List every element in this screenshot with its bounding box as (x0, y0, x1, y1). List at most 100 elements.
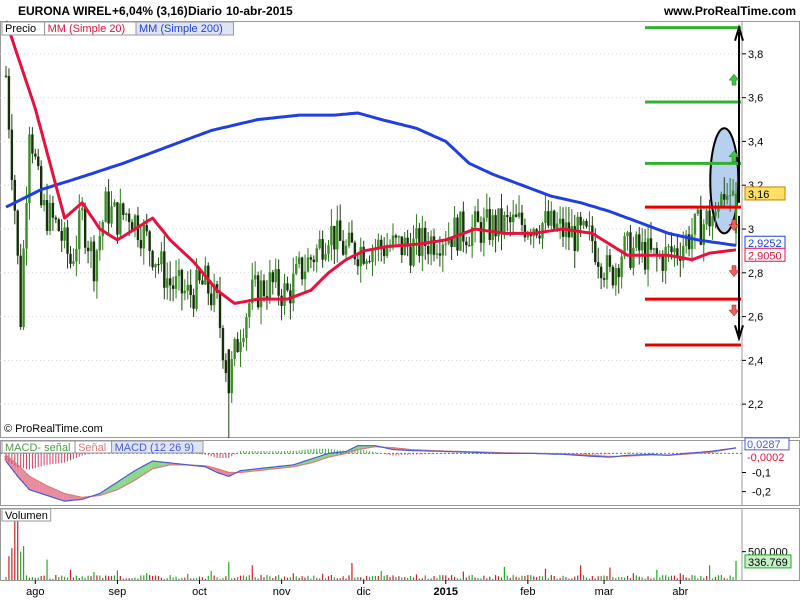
price-candle (89, 241, 93, 252)
price-candle (673, 248, 676, 253)
price-candle (7, 76, 11, 130)
price-candle (330, 225, 333, 246)
price-candle (614, 268, 617, 286)
price-candle (274, 269, 277, 283)
price-candle (177, 269, 181, 277)
price-candle (221, 328, 225, 361)
price-candle (83, 208, 87, 248)
red-arrow-icon (728, 265, 740, 277)
price-candle (500, 208, 503, 234)
price-candle (248, 303, 251, 318)
symbol-label: EURONA WIREL (18, 4, 112, 18)
price-tick-label: 3 (748, 224, 754, 236)
price-candle (617, 268, 620, 278)
price-candle (95, 250, 99, 282)
price-candle (10, 129, 14, 180)
price-candle (638, 234, 641, 251)
panel-frame-2 (0, 508, 800, 581)
price-candle (594, 241, 597, 263)
price-tick-label: 3,4 (748, 136, 763, 148)
price-candle (51, 202, 55, 218)
price-candle (116, 202, 119, 235)
price-legend-label: MM (Simple 20) (48, 23, 126, 35)
price-candle (233, 339, 236, 360)
price-candle (224, 360, 228, 373)
stock-chart: EURONA WIREL +6,04% (3,16) Diario 10-abr… (0, 0, 800, 598)
price-candle (356, 259, 360, 267)
price-candle (462, 211, 465, 242)
price-candle (365, 261, 368, 264)
price-candle (57, 219, 60, 231)
price-candle (245, 317, 248, 338)
volume-bars (5, 514, 737, 580)
price-candle (148, 231, 151, 251)
price-candle (620, 256, 623, 278)
price-candle (553, 210, 556, 229)
price-candle (488, 209, 491, 240)
price-candle (295, 263, 298, 274)
price-candle (661, 255, 664, 271)
price-candle (60, 230, 63, 241)
date-label: 10-abr-2015 (226, 4, 293, 18)
time-tick-label: 2015 (434, 586, 458, 598)
price-candle (555, 223, 559, 229)
price-candle (415, 228, 418, 239)
price-candle (236, 339, 239, 353)
price-candle (438, 253, 442, 256)
price-tick-label: 2,8 (748, 268, 763, 280)
price-candle (318, 239, 321, 249)
price-candle (142, 225, 145, 249)
period-label: Diario (188, 4, 222, 18)
price-candle (306, 257, 310, 272)
price-candle (303, 271, 307, 280)
time-tick-label: nov (273, 586, 291, 598)
price-candle (22, 248, 25, 328)
price-candle (547, 211, 550, 226)
price-candle (339, 220, 342, 241)
price-candle (336, 220, 339, 250)
price-candle (649, 238, 653, 250)
price-candle (171, 285, 175, 289)
price-candle (25, 202, 28, 249)
price-candle (92, 241, 96, 282)
price-candle (523, 224, 527, 238)
price-candle (723, 194, 726, 200)
price-candle (271, 272, 274, 283)
price-candle (506, 215, 509, 217)
time-tick-label: sep (109, 586, 127, 598)
price-candle (664, 247, 667, 271)
price-candle (626, 232, 629, 237)
price-candle (183, 290, 187, 294)
price-candle (503, 215, 506, 234)
last-price-tag: 3,16 (748, 189, 769, 201)
volume-legend-label: Volumen (5, 510, 48, 522)
price-candle (39, 166, 43, 206)
price-candle (283, 283, 286, 306)
price-candle (333, 225, 336, 250)
price-candle (453, 217, 456, 247)
price-candle (514, 214, 518, 217)
price-candle (315, 248, 318, 263)
price-candle (154, 264, 157, 268)
price-candle (602, 278, 606, 280)
price-candle (327, 245, 330, 255)
price-candle (696, 209, 700, 214)
price-candle (517, 212, 521, 217)
price-candle (629, 232, 632, 268)
price-candle (253, 275, 257, 280)
price-candle (608, 255, 612, 267)
price-candle (429, 236, 433, 255)
price-candle (163, 251, 166, 288)
price-candle (31, 134, 34, 154)
price-candle (459, 211, 462, 251)
macd-value-label: 0,0287 (747, 439, 781, 451)
macd-axis: -0,1 -0,2 0,0287-0,0002 (742, 437, 790, 499)
price-candle (166, 278, 169, 288)
price-candle (611, 266, 615, 286)
price-candle (37, 156, 40, 167)
price-candle (72, 261, 75, 264)
price-candle (145, 225, 148, 232)
price-candle (259, 280, 263, 308)
price-candle (720, 194, 723, 207)
signal-line (5, 446, 737, 498)
